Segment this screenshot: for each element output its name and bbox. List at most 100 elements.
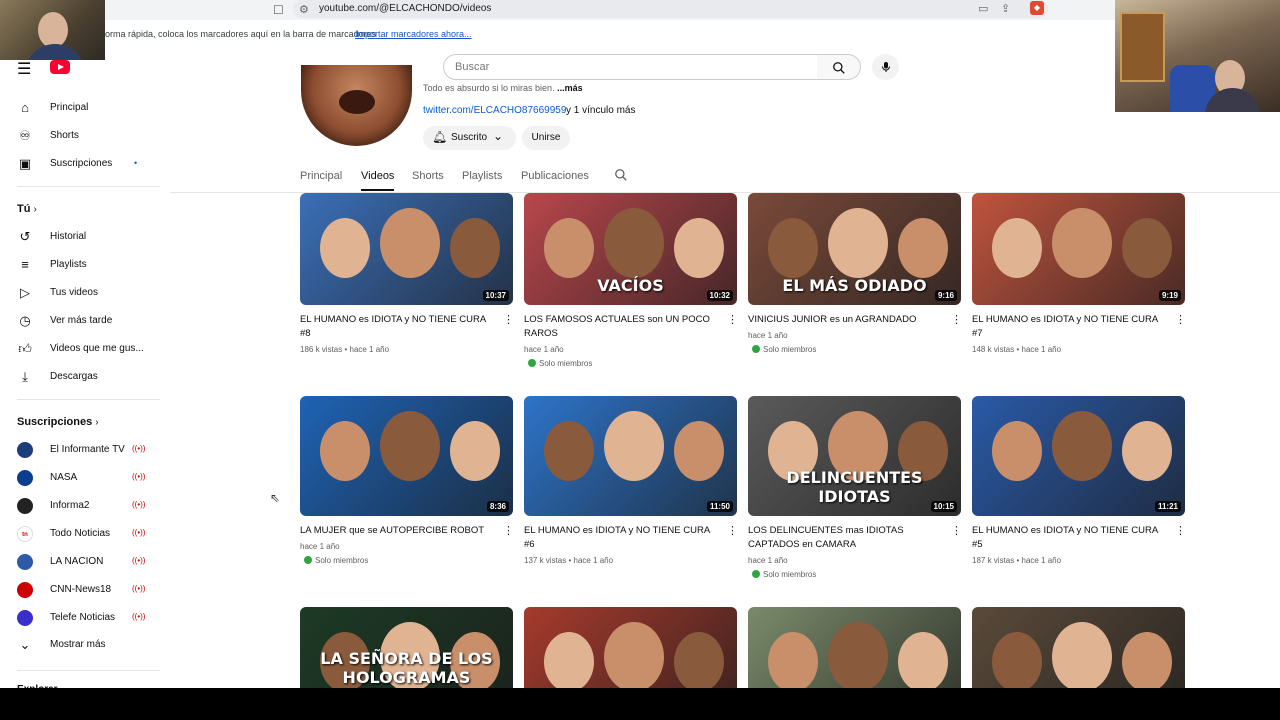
sidebar-item[interactable]: LA NACION ((•)) [0, 550, 160, 574]
cast-icon[interactable]: ▭ [978, 2, 988, 15]
join-button[interactable]: Unirse [522, 126, 570, 150]
more-actions-icon[interactable]: ⋮ [503, 313, 514, 326]
sidebar-item[interactable]: tn Todo Noticias ((•)) [0, 522, 160, 546]
channel-search-icon[interactable] [614, 168, 628, 185]
sidebar-item[interactable]: Informa2 ((•)) [0, 494, 160, 518]
sidebar-item[interactable]: ◷ Ver más tarde [0, 309, 160, 333]
video-thumbnail[interactable] [748, 607, 961, 688]
sidebar-item[interactable]: NASA ((•)) [0, 466, 160, 490]
subscriptions-icon: ▣ [18, 156, 32, 171]
video-title[interactable]: EL HUMANO es IDIOTA y NO TIENE CURA #8 [300, 313, 496, 341]
channel-avatar[interactable] [301, 65, 412, 146]
video-title[interactable]: LA MUJER que se AUTOPERCIBE ROBOT [300, 524, 496, 538]
sidebar-item[interactable]: ⌂ Principal [0, 96, 160, 120]
sidebar-item-label: Ver más tarde [50, 315, 113, 326]
site-settings-icon[interactable]: ⚙ [299, 3, 309, 16]
members-only-badge: Solo miembros [528, 359, 592, 368]
video-meta: hace 1 año [300, 542, 340, 551]
more-actions-icon[interactable]: ⋮ [727, 524, 738, 537]
thumbnail-face [380, 208, 440, 278]
channel-more-links[interactable]: y 1 vínculo más [566, 105, 635, 116]
bookmark-star-icon[interactable]: ☐ [273, 3, 284, 17]
shorts-icon: ♾ [19, 128, 31, 143]
channel-avatar-icon [17, 470, 33, 486]
video-thumbnail[interactable]: DELINCUENTES IDIOTAS 10:15 [748, 396, 961, 516]
video-title[interactable]: LOS FAMOSOS ACTUALES son UN POCO RAROS [524, 313, 720, 341]
sidebar-item[interactable]: ♾ Shorts [0, 124, 160, 148]
sidebar-item-label: Descargas [50, 371, 98, 382]
video-thumbnail[interactable] [524, 607, 737, 688]
video-thumbnail[interactable]: 11:50 [524, 396, 737, 516]
tab-principal[interactable]: Principal [300, 170, 342, 182]
youtube-logo-icon[interactable] [50, 60, 70, 74]
video-thumbnail[interactable]: LA SEÑORA DE LOS HOLOGRAMAS [300, 607, 513, 688]
channel-link[interactable]: twitter.com/ELCACHO87669959 [423, 105, 566, 116]
video-title[interactable]: EL HUMANO es IDIOTA y NO TIENE CURA #6 [524, 524, 720, 552]
tab-playlists[interactable]: Playlists [462, 170, 502, 182]
tab-publicaciones[interactable]: Publicaciones [521, 170, 589, 182]
sidebar-item[interactable]: ⤓ Descargas [0, 365, 160, 389]
share-icon[interactable]: ⇪ [1001, 2, 1010, 15]
sidebar-item[interactable]: ▷ Tus videos [0, 281, 160, 305]
thumbnail-face [992, 218, 1042, 278]
sidebar-item-label: Informa2 [50, 500, 90, 511]
search-button[interactable] [817, 54, 861, 80]
video-thumbnail[interactable]: 10:37 [300, 193, 513, 305]
sidebar-item-label: Historial [50, 231, 87, 242]
video-title[interactable]: EL HUMANO es IDIOTA y NO TIENE CURA #5 [972, 524, 1168, 552]
subscribed-button[interactable]: 🔔︎ Suscrito ⌄ [423, 126, 516, 150]
webcam-right [1115, 0, 1280, 112]
brave-shield-icon[interactable]: ◆ [1030, 1, 1044, 15]
video-thumbnail[interactable] [972, 607, 1185, 688]
url-text[interactable]: youtube.com/@ELCACHONDO/videos [319, 3, 491, 14]
sidebar-item[interactable]: CNN-News18 ((•)) [0, 578, 160, 602]
more-actions-icon[interactable]: ⋮ [727, 313, 738, 326]
video-thumbnail[interactable]: 11:21 [972, 396, 1185, 516]
sidebar-item[interactable]: ≡ Playlists [0, 253, 160, 277]
letterbox-bar [0, 688, 1280, 720]
thumbnail-face [1122, 632, 1172, 688]
more-actions-icon[interactable]: ⋮ [951, 313, 962, 326]
video-thumbnail[interactable]: EL MÁS ODIADO 9:16 [748, 193, 961, 305]
sidebar-item[interactable]: El Informante TV ((•)) [0, 438, 160, 462]
voice-search-button[interactable] [872, 54, 899, 80]
thumbnail-face [320, 218, 370, 278]
more-actions-icon[interactable]: ⋮ [1175, 313, 1186, 326]
more-actions-icon[interactable]: ⋮ [1175, 524, 1186, 537]
video-thumbnail[interactable]: 9:19 [972, 193, 1185, 305]
channel-description-more[interactable]: ...más [557, 83, 583, 93]
more-actions-icon[interactable]: ⋮ [951, 524, 962, 537]
sidebar-item[interactable]: ⌄ Mostrar más [0, 633, 160, 657]
thumbnail-face [450, 421, 500, 481]
video-meta: 137 k vistas • hace 1 año [524, 556, 614, 565]
menu-icon[interactable]: ☰ [17, 59, 31, 79]
video-title[interactable]: EL HUMANO es IDIOTA y NO TIENE CURA #7 [972, 313, 1168, 341]
more-actions-icon[interactable]: ⋮ [503, 524, 514, 537]
thumbnail-face [1122, 421, 1172, 481]
tab-shorts[interactable]: Shorts [412, 170, 444, 182]
thumbnail-face [674, 218, 724, 278]
thumbnail-face [992, 421, 1042, 481]
search-input[interactable] [444, 55, 817, 79]
sidebar-subscriptions-header[interactable]: Suscripciones › [17, 416, 99, 428]
sidebar-item[interactable]: Telefe Noticias ((•)) [0, 606, 160, 630]
import-bookmarks-link[interactable]: Importar marcadores ahora... [355, 29, 472, 39]
bell-icon: 🔔︎ [432, 130, 448, 144]
video-title[interactable]: VINICIUS JUNIOR es un AGRANDADO [748, 313, 944, 327]
live-indicator-icon: ((•)) [132, 500, 146, 509]
sidebar-item[interactable]: ↺ Historial [0, 225, 160, 249]
video-title[interactable]: LOS DELINCUENTES mas IDIOTAS CAPTADOS en… [748, 524, 944, 552]
search-box[interactable] [443, 54, 818, 80]
channel-description-text: Todo es absurdo si lo miras bien. [423, 83, 555, 93]
chevron-right-icon: › [95, 417, 99, 428]
tab-videos[interactable]: Videos [361, 170, 395, 191]
thumbnail-face [1052, 411, 1112, 481]
sidebar-you-header[interactable]: Tú › [17, 203, 37, 215]
sidebar-item[interactable]: ▣ Suscripciones • [0, 152, 160, 176]
video-thumbnail[interactable]: 8:36 [300, 396, 513, 516]
channel-description[interactable]: Todo es absurdo si lo miras bien. ...más [423, 83, 583, 93]
sidebar-item[interactable]: 👍︎ Videos que me gus... [0, 337, 160, 361]
bookmarks-bar: orma rápida, coloca los marcadores aquí … [105, 26, 1115, 42]
members-only-label: Solo miembros [763, 570, 817, 579]
video-thumbnail[interactable]: VACÍOS 10:32 [524, 193, 737, 305]
